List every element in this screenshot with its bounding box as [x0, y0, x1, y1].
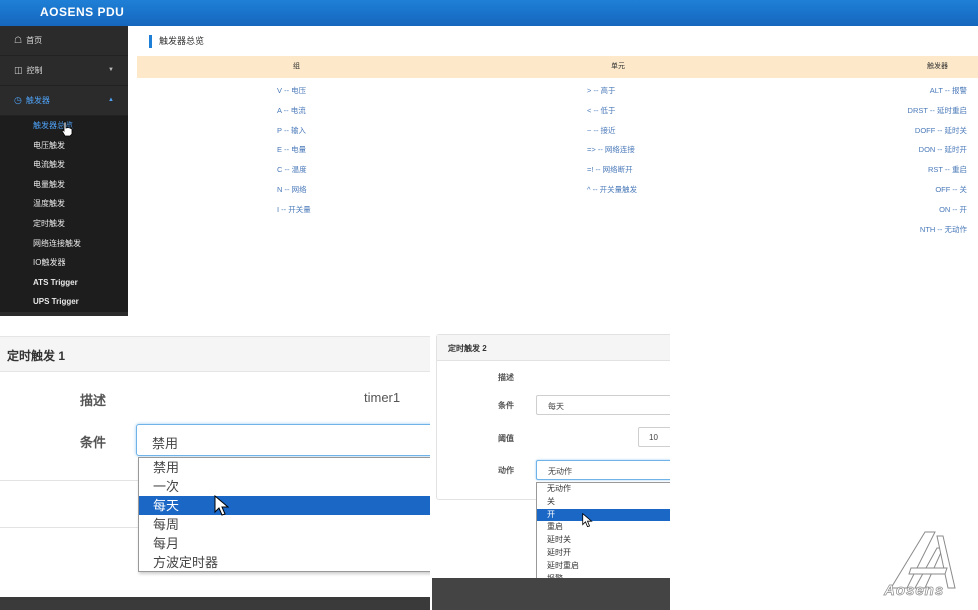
sidebar-item-label: 触发器 [25, 96, 50, 105]
condition-selected-value: 每天 [548, 402, 564, 411]
condition-option[interactable]: 禁用 [139, 458, 430, 477]
sidebar-item-ats-trigger[interactable]: ATS Trigger [0, 273, 128, 293]
app-title: AOSENS PDU [40, 5, 125, 19]
timer1-title: 定时触发 1 [7, 349, 66, 363]
sidebar-item-timer-trigger[interactable]: 定时触发 [0, 214, 128, 234]
description-label: 描述 [498, 373, 514, 382]
action-option[interactable]: 延时开 [537, 547, 670, 560]
trigger-cell: DRST -- 延时重启 [907, 105, 967, 115]
trigger-overview-screen: AOSENS PDU ☖ 首页 ◫ 控制 ▼ ◷ 触发器 ▲ 触发器总览 电压触… [0, 0, 978, 316]
sidebar-item-io-trigger[interactable]: IO触发器 [0, 253, 128, 273]
logo-text: Aosens [884, 582, 945, 600]
timer1-panel: 定时触发 1 描述 timer1 条件 禁用 禁用 一次 每天 每周 每月 方波… [0, 320, 430, 610]
home-icon: ☖ [14, 35, 23, 45]
trigger-cell: NTH -- 无动作 [919, 224, 967, 234]
trigger-cell: DOFF -- 延时关 [914, 125, 967, 135]
condition-selected-value: 禁用 [152, 436, 179, 451]
condition-option-highlighted[interactable]: 每天 [139, 496, 430, 515]
condition-option[interactable]: 每周 [139, 515, 430, 534]
action-option-highlighted[interactable]: 开 [537, 508, 670, 522]
action-option[interactable]: 无动作 [537, 483, 670, 496]
condition-select[interactable]: 每天 [536, 395, 670, 415]
footer-bar [432, 578, 670, 610]
unit-cell: < -- 低于 [587, 105, 616, 115]
sidebar-item-network-trigger[interactable]: 网络连接触发 [0, 234, 128, 254]
timer1-header: 定时触发 1 [0, 336, 430, 372]
trigger-cell: OFF -- 关 [935, 184, 967, 194]
threshold-value: 10 [649, 433, 658, 442]
trigger-cell: ALT -- 报警 [929, 86, 967, 95]
action-option[interactable]: 重启 [537, 521, 670, 534]
description-value: timer1 [364, 390, 401, 405]
trigger-cell: ON -- 开 [939, 204, 967, 214]
group-column: V -- 电压 A -- 电流 P -- 输入 E -- 电量 C -- 温度 … [277, 84, 311, 223]
condition-option[interactable]: 每月 [139, 534, 430, 553]
timer2-header: 定时触发 2 [437, 335, 670, 361]
condition-select[interactable]: 禁用 [136, 424, 430, 456]
sidebar-item-trigger[interactable]: ◷ 触发器 ▲ [0, 86, 128, 116]
sidebar-item-home[interactable]: ☖ 首页 [0, 26, 128, 56]
group-cell: P -- 输入 [277, 125, 307, 135]
sidebar-item-current-trigger[interactable]: 电流触发 [0, 155, 128, 175]
unit-cell: > -- 高于 [587, 86, 616, 95]
top-bar: AOSENS PDU [0, 0, 978, 26]
trigger-submenu: 触发器总览 电压触发 电流触发 电量触发 温度触发 定时触发 网络连接触发 IO… [0, 116, 128, 312]
overview-content: 触发器总览 组 单元 触发器 V -- 电压 A -- 电流 P -- 输入 E… [137, 26, 978, 316]
footer-bar [0, 597, 430, 610]
group-cell: N -- 网络 [277, 184, 307, 194]
sidebar-item-ups-trigger[interactable]: UPS Trigger [0, 292, 128, 312]
sidebar-item-label: 控制 [26, 66, 43, 75]
divider [0, 527, 138, 528]
hand-cursor-icon [61, 121, 73, 137]
unit-column: > -- 高于 < -- 低于 ~ -- 接近 => -- 网络连接 =! --… [587, 84, 637, 203]
trigger-cell: RST -- 重启 [927, 165, 967, 175]
group-cell: E -- 电量 [277, 145, 307, 155]
unit-cell: ~ -- 接近 [587, 125, 616, 135]
condition-option[interactable]: 一次 [139, 477, 430, 496]
unit-cell: => -- 网络连接 [587, 145, 635, 155]
clock-icon: ◷ [14, 95, 22, 105]
divider [0, 480, 138, 481]
chevron-up-icon: ▲ [108, 97, 114, 103]
trigger-cell: DON -- 延时开 [918, 145, 967, 155]
trigger-column: ALT -- 报警 DRST -- 延时重启 DOFF -- 延时关 DON -… [899, 84, 967, 242]
action-label: 动作 [498, 466, 514, 475]
arrow-cursor-icon [214, 495, 230, 516]
chevron-down-icon: ▼ [108, 67, 114, 73]
group-cell: A -- 电流 [277, 105, 306, 115]
condition-dropdown-list: 禁用 一次 每天 每周 每月 方波定时器 [138, 457, 430, 572]
header-trigger: 触发器 [927, 63, 948, 70]
unit-cell: ^ -- 开关量触发 [587, 184, 638, 194]
sidebar-item-control[interactable]: ◫ 控制 ▼ [0, 56, 128, 86]
action-option[interactable]: 延时重启 [537, 560, 670, 573]
action-selected-value: 无动作 [548, 467, 572, 476]
sidebar-item-label: 首页 [26, 36, 43, 45]
control-icon: ◫ [14, 65, 23, 75]
threshold-input[interactable]: 10 [638, 427, 670, 447]
sidebar-item-voltage-trigger[interactable]: 电压触发 [0, 136, 128, 156]
sidebar: ☖ 首页 ◫ 控制 ▼ ◷ 触发器 ▲ 触发器总览 电压触发 电流触发 电量触发… [0, 26, 128, 316]
group-cell: V -- 电压 [277, 86, 307, 95]
unit-cell: =! -- 网络断开 [587, 165, 633, 175]
condition-label: 条件 [498, 401, 514, 410]
header-unit: 单元 [611, 63, 625, 70]
action-select[interactable]: 无动作 [536, 460, 670, 480]
group-cell: C -- 温度 [277, 165, 307, 175]
condition-label: 条件 [80, 435, 107, 450]
action-option[interactable]: 延时关 [537, 534, 670, 547]
timer2-panel: 定时触发 2 描述 条件 每天 阈值 10 动作 无动作 无动作 关 开 重启 … [432, 332, 670, 610]
header-group: 组 [293, 63, 300, 70]
sidebar-item-energy-trigger[interactable]: 电量触发 [0, 175, 128, 195]
table-header: 组 单元 触发器 [137, 56, 978, 78]
action-option[interactable]: 关 [537, 496, 670, 509]
timer2-title: 定时触发 2 [448, 344, 487, 353]
group-cell: I -- 开关量 [277, 204, 311, 214]
arrow-cursor-icon [582, 513, 593, 528]
sidebar-item-temperature-trigger[interactable]: 温度触发 [0, 194, 128, 214]
condition-option[interactable]: 方波定时器 [139, 553, 430, 572]
page-title: 触发器总览 [149, 35, 204, 48]
description-label: 描述 [80, 393, 107, 408]
threshold-label: 阈值 [498, 434, 514, 443]
